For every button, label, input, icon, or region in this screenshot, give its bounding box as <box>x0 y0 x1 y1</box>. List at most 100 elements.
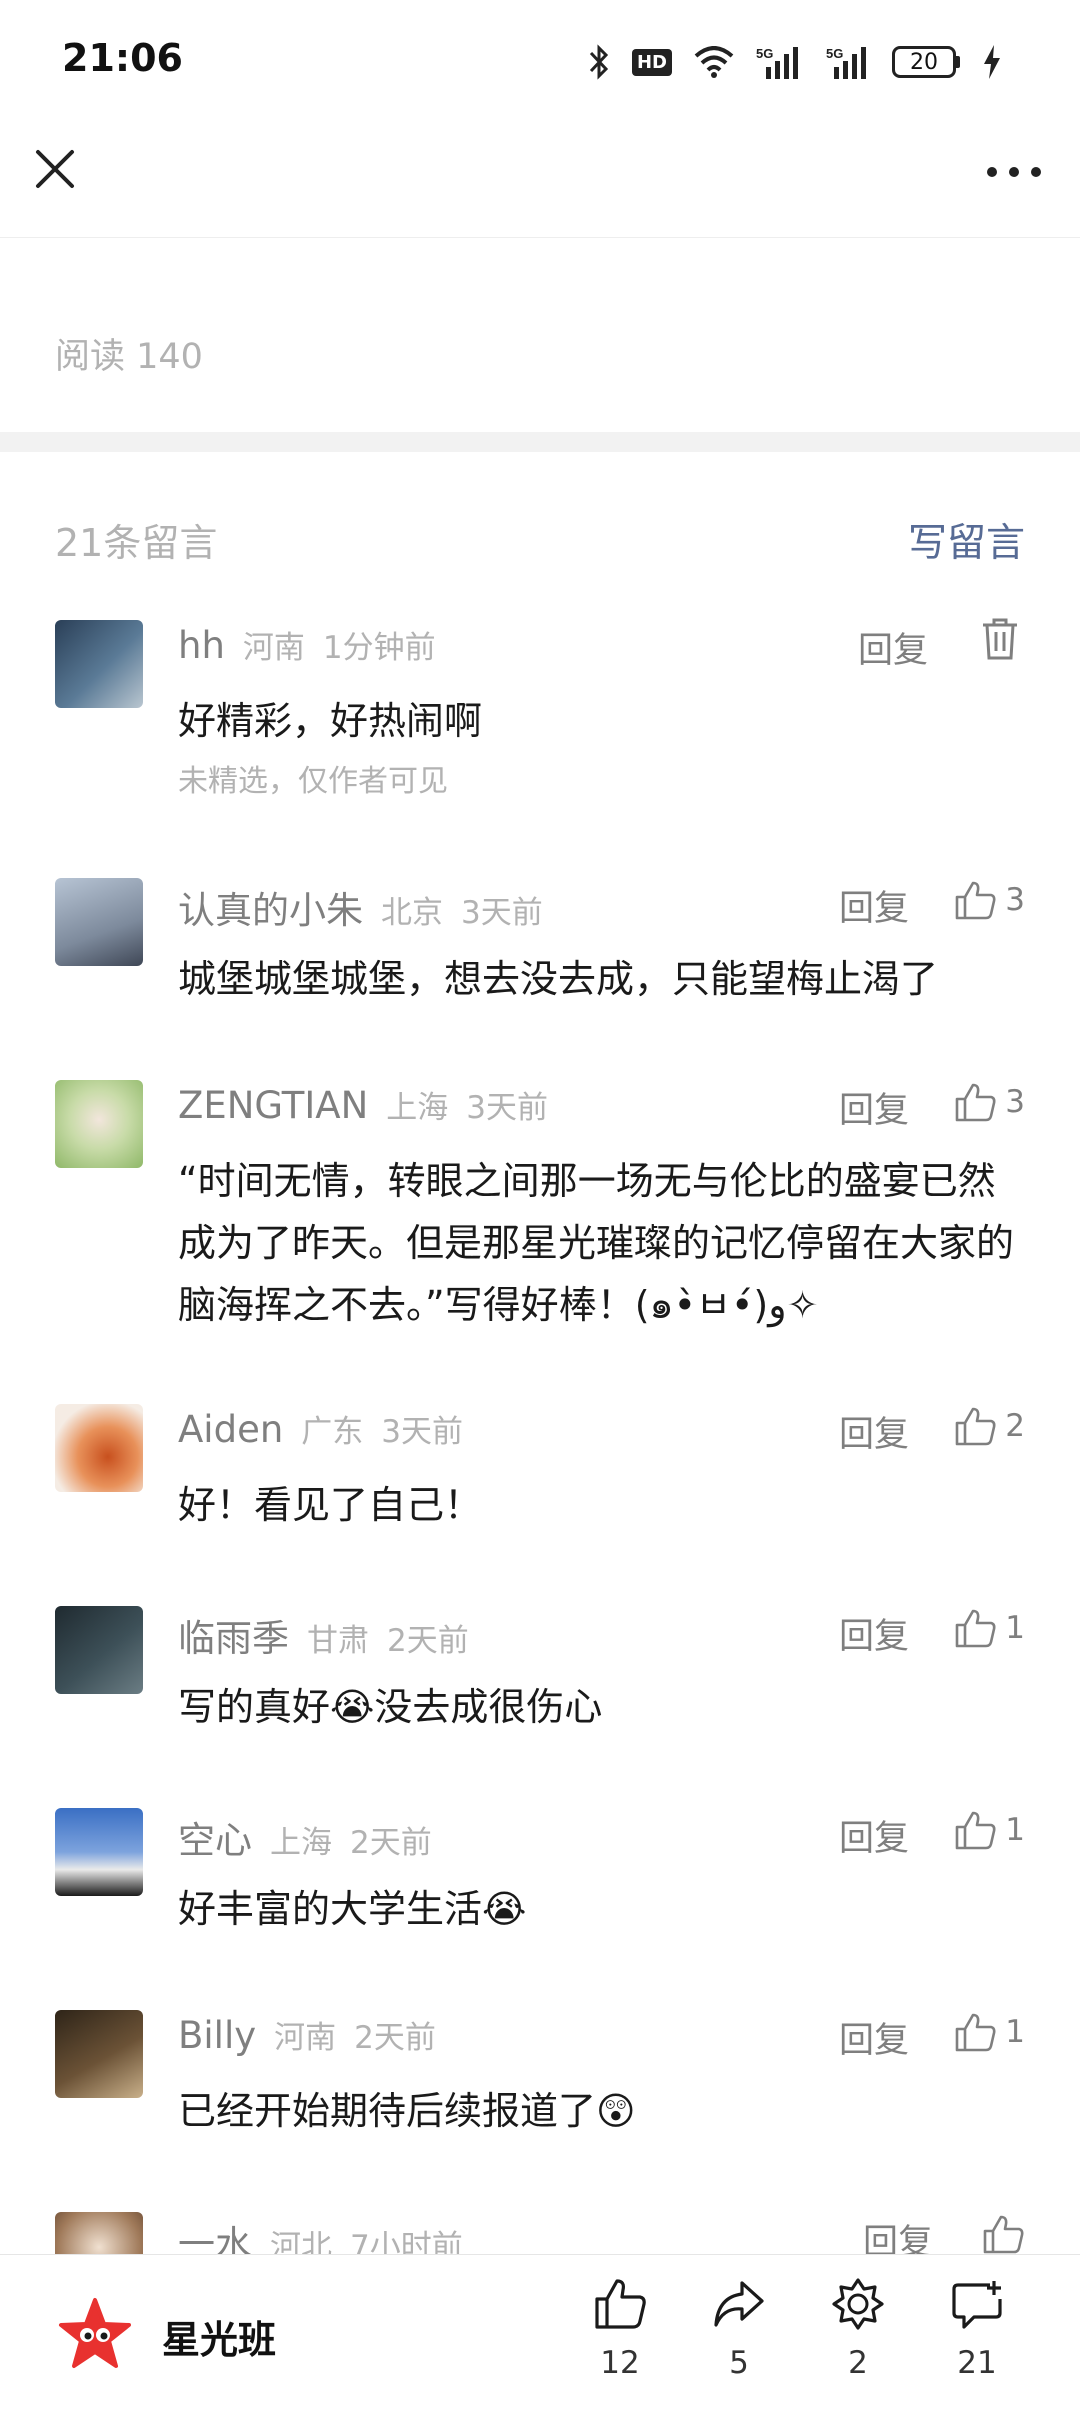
commenter-location: 甘肃 <box>307 1623 369 1659</box>
like-button[interactable]: 1 <box>955 1608 1025 1648</box>
commenter-name[interactable]: Aiden <box>178 1408 283 1451</box>
avatar[interactable] <box>55 878 143 966</box>
like-article-button[interactable]: 12 <box>570 2277 670 2381</box>
thumbs-up-icon <box>955 2013 996 2052</box>
recommend-button[interactable]: 2 <box>808 2277 908 2381</box>
like-button[interactable]: 1 <box>955 1810 1025 1850</box>
commenter-location: 河南 <box>274 2020 337 2056</box>
avatar[interactable] <box>55 1606 143 1694</box>
like-button[interactable]: 3 <box>955 880 1025 920</box>
commenter-location: 北京 <box>381 895 443 931</box>
account-logo[interactable] <box>58 2297 132 2371</box>
reply-button[interactable]: 回复 <box>839 1608 909 1659</box>
comment-button[interactable]: 21 <box>927 2277 1027 2381</box>
comment-text: 已经开始期待后续报道了😲 <box>178 2089 636 2133</box>
like-count: 3 <box>1005 1084 1025 1120</box>
comment-text: 城堡城堡城堡，想去没去成，只能望梅止渴了 <box>178 957 939 1001</box>
like-button[interactable] <box>983 2214 1025 2254</box>
delete-button[interactable] <box>980 616 1020 666</box>
avatar[interactable] <box>55 620 143 708</box>
reply-button[interactable]: 回复 <box>839 880 909 931</box>
bottom-bar: 星光班 12 5 2 21 <box>0 2254 1080 2412</box>
status-bar: 21:06 HD 5G 5G 20 <box>0 0 1080 120</box>
bluetooth-icon <box>589 44 609 80</box>
commenter-name[interactable]: hh <box>178 624 225 667</box>
like-button[interactable]: 2 <box>955 1406 1025 1446</box>
commenter-name[interactable]: 临雨季 <box>178 1608 289 1662</box>
charging-icon <box>984 45 1000 79</box>
trash-icon <box>983 618 1017 660</box>
commenter-location: 河南 <box>242 630 305 666</box>
comment-header: ZENGTIAN 上海 3天前 <box>178 1082 548 1130</box>
share-button[interactable]: 5 <box>689 2277 789 2381</box>
status-time: 21:06 <box>62 36 183 80</box>
write-comment-button[interactable]: 写留言 <box>908 512 1025 568</box>
section-divider <box>0 432 1080 452</box>
comment-add-icon <box>952 2281 1002 2329</box>
like-count: 3 <box>1005 882 1025 918</box>
like-count: 1 <box>1005 2014 1025 2050</box>
reply-button[interactable]: 回复 <box>839 1082 909 1133</box>
comment-item: hh 河南 1分钟前 回复 好精彩，好热闹啊 未精选，仅作者可见 <box>0 618 1080 800</box>
thumbs-up-icon <box>955 1811 996 1850</box>
close-button[interactable] <box>28 142 82 196</box>
battery-level: 20 <box>892 46 956 78</box>
like-count: 12 <box>600 2345 640 2381</box>
avatar[interactable] <box>55 1808 143 1896</box>
avatar[interactable] <box>55 1080 143 1168</box>
thumbs-up-icon <box>955 881 996 920</box>
reply-button[interactable]: 回复 <box>858 622 928 673</box>
commenter-location: 广东 <box>301 1414 364 1450</box>
signal-5g-icon-2: 5G <box>826 46 866 79</box>
comment-item: 认真的小朱 北京 3天前 回复 3 城堡城堡城堡，想去没去成，只能望梅止渴了 <box>0 878 1080 1018</box>
comment-header: Aiden 广东 3天前 <box>178 1406 463 1454</box>
account-name[interactable]: 星光班 <box>162 2309 276 2364</box>
comment-header: 空心 上海 2天前 <box>178 1810 432 1862</box>
more-button[interactable] <box>984 160 1044 184</box>
commenter-name[interactable]: ZENGTIAN <box>178 1084 368 1127</box>
nav-bar <box>0 120 1080 238</box>
like-button[interactable]: 1 <box>955 2012 1025 2052</box>
signal-5g-icon: 5G <box>756 46 798 79</box>
comment-header: hh 河南 1分钟前 <box>178 622 436 670</box>
like-count: 2 <box>1005 1408 1025 1444</box>
commenter-name[interactable]: Billy <box>178 2014 256 2057</box>
recommend-icon <box>832 2278 884 2330</box>
comment-time: 2天前 <box>354 2020 436 2056</box>
reply-button[interactable]: 回复 <box>839 2012 909 2063</box>
comment-text: 好精彩，好热闹啊 <box>178 699 483 743</box>
comment-count: 21 <box>957 2345 997 2381</box>
star-logo-icon <box>59 2298 131 2368</box>
svg-text:5G: 5G <box>756 46 773 61</box>
comment-item: Billy 河南 2天前 回复 1 已经开始期待后续报道了😲 <box>0 2010 1080 2150</box>
avatar[interactable] <box>55 2010 143 2098</box>
comment-header: 认真的小朱 北京 3天前 <box>178 880 543 932</box>
reply-button[interactable]: 回复 <box>839 1810 909 1861</box>
share-count: 5 <box>729 2345 749 2381</box>
like-button[interactable]: 3 <box>955 1082 1025 1122</box>
comment-item: ZENGTIAN 上海 3天前 回复 3 “时间无情，转眼之间那一场无与伦比的盛… <box>0 1080 1080 1330</box>
avatar[interactable] <box>55 1404 143 1492</box>
comment-time: 2天前 <box>387 1623 469 1659</box>
thumbs-up-icon <box>983 2215 1024 2254</box>
comment-item: 临雨季 甘肃 2天前 回复 1 写的真好😭没去成很伤心 <box>0 1606 1080 1746</box>
comment-time: 3天前 <box>466 1090 548 1126</box>
commenter-name[interactable]: 认真的小朱 <box>178 880 363 934</box>
comment-text: “时间无情，转眼之间那一场无与伦比的盛宴已然成为了昨天。但是那星光璀璨的记忆停留… <box>178 1159 1015 1327</box>
share-icon <box>714 2281 764 2327</box>
status-icons: HD 5G 5G 20 <box>588 40 1002 84</box>
comment-time: 3天前 <box>381 1414 464 1450</box>
comment-item: 空心 上海 2天前 回复 1 好丰富的大学生活😭 <box>0 1808 1080 1948</box>
thumbs-up-icon <box>595 2279 646 2329</box>
reply-button[interactable]: 回复 <box>839 1406 909 1457</box>
commenter-location: 上海 <box>386 1090 449 1126</box>
hd-icon: HD <box>631 48 672 76</box>
comment-header: 临雨季 甘肃 2天前 <box>178 1608 469 1660</box>
battery-icon: 20 <box>892 46 960 78</box>
comment-item: Aiden 广东 3天前 回复 2 好！看见了自己！ <box>0 1404 1080 1544</box>
close-icon <box>36 150 74 188</box>
commenter-name[interactable]: 空心 <box>178 1810 252 1864</box>
wifi-icon <box>694 46 734 78</box>
like-count: 1 <box>1005 1610 1025 1646</box>
comment-time: 3天前 <box>461 895 543 931</box>
